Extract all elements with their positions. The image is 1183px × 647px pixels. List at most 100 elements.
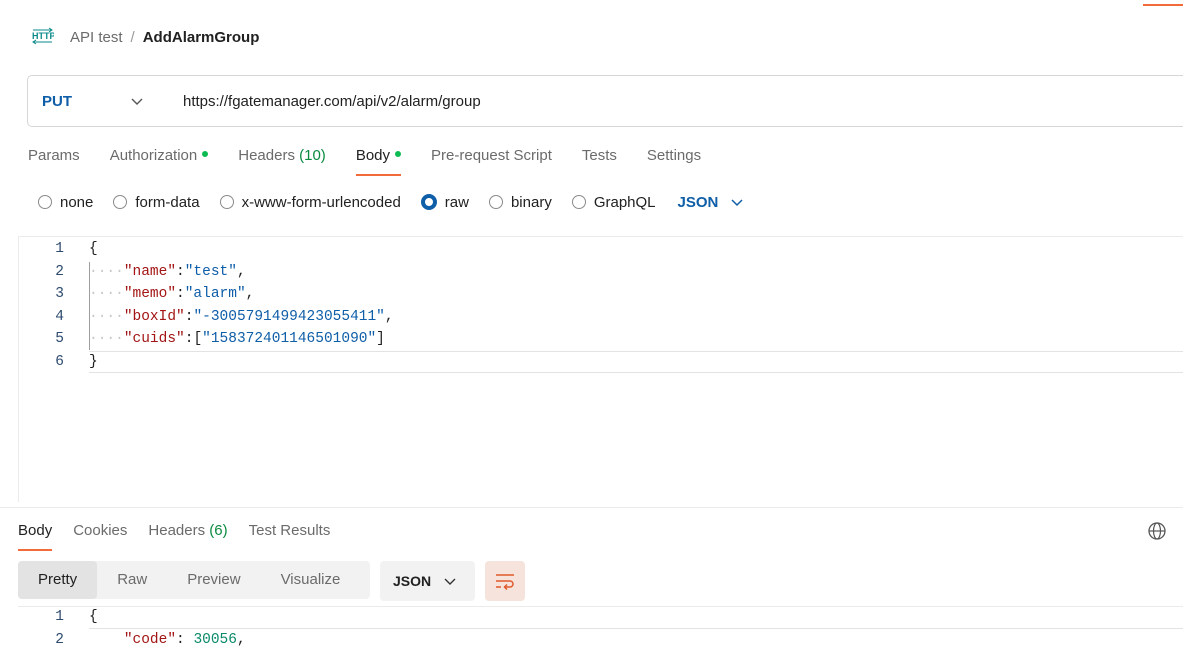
- line-number: 3: [55, 286, 64, 302]
- code-line: 6 }: [18, 351, 1183, 373]
- radio-icon: [38, 195, 52, 209]
- radio-label: x-www-form-urlencoded: [241, 193, 401, 211]
- tab-label: Body: [18, 522, 53, 539]
- tab-settings[interactable]: Settings: [647, 146, 701, 176]
- chevron-down-icon: [444, 578, 456, 585]
- tab-headers[interactable]: Headers (10): [238, 146, 326, 176]
- header-count: (10): [299, 147, 326, 164]
- view-preview-button[interactable]: Preview: [167, 561, 260, 599]
- json-value: "alarm": [184, 286, 246, 302]
- chevron-down-icon: [731, 199, 743, 207]
- http-icon: HTTP: [32, 26, 56, 48]
- code-text: }: [89, 354, 98, 370]
- globe-icon[interactable]: [1147, 521, 1167, 541]
- json-key: "boxId": [123, 309, 185, 325]
- status-dot: [395, 151, 402, 158]
- code-line: 3 ····"memo":"alarm",: [18, 283, 1183, 305]
- code-text: {: [89, 241, 98, 257]
- chevron-down-icon: [131, 98, 143, 105]
- radio-checked-icon: [420, 194, 437, 210]
- json-punctuation: ,: [236, 632, 246, 647]
- url-bar: PUT https://fgatemanager.com/api/v2/alar…: [27, 75, 1183, 127]
- breadcrumb-separator: /: [130, 28, 135, 46]
- radio-icon: [571, 195, 586, 209]
- view-pretty-button[interactable]: Pretty: [18, 561, 98, 599]
- tab-label: Params: [28, 147, 80, 164]
- body-format-select[interactable]: JSON: [678, 194, 745, 211]
- radio-label: form-data: [135, 193, 200, 211]
- tab-tests[interactable]: Tests: [582, 146, 617, 176]
- code-line: 2 ····"name":"test",: [18, 261, 1183, 283]
- radio-x-www-form-urlencoded[interactable]: x-www-form-urlencoded: [219, 193, 401, 211]
- line-number: 4: [55, 309, 64, 325]
- wrap-lines-icon: [496, 574, 514, 590]
- body-type-selector: none form-data x-www-form-urlencoded raw…: [38, 192, 744, 212]
- line-number: 1: [55, 241, 64, 257]
- radio-icon: [113, 195, 128, 209]
- response-format-select[interactable]: JSON: [380, 561, 475, 601]
- view-visualize-button[interactable]: Visualize: [261, 561, 361, 599]
- json-key: "code": [123, 632, 177, 647]
- radio-label: binary: [510, 193, 552, 211]
- header-count: (6): [209, 522, 228, 539]
- tab-cookies[interactable]: Cookies: [73, 521, 127, 551]
- line-number: 2: [55, 632, 64, 647]
- tab-label: Tests: [581, 147, 617, 164]
- tab-authorization[interactable]: Authorization: [110, 146, 209, 176]
- breadcrumb-parent[interactable]: API test: [70, 29, 123, 46]
- code-line: 1 {: [18, 606, 1183, 628]
- radio-label: none: [60, 193, 94, 211]
- radio-raw[interactable]: raw: [420, 194, 469, 211]
- tab-label: Cookies: [73, 522, 128, 539]
- tab-label: Authorization: [109, 147, 198, 164]
- tab-label: Test Results: [248, 522, 331, 539]
- tab-body[interactable]: Body: [355, 146, 402, 176]
- json-punctuation: ,: [384, 309, 394, 325]
- tab-params[interactable]: Params: [28, 146, 80, 176]
- json-value: "-3005791499423055411": [193, 309, 385, 325]
- radio-none[interactable]: none: [38, 194, 93, 211]
- json-punctuation: ,: [236, 264, 246, 280]
- line-number: 1: [55, 609, 64, 625]
- json-value: "158372401146501090": [202, 331, 377, 347]
- code-line: 5 ····"cuids":["158372401146501090"]: [18, 328, 1183, 350]
- radio-binary[interactable]: binary: [488, 193, 552, 211]
- method-label: PUT: [42, 92, 72, 110]
- top-accent-bar: [1143, 4, 1183, 6]
- pane-divider[interactable]: [0, 507, 1183, 508]
- radio-label: GraphQL: [593, 193, 656, 211]
- code-text: {: [89, 609, 98, 625]
- status-dot: [202, 151, 209, 158]
- radio-icon: [219, 195, 234, 209]
- tab-label: Pre-request Script: [431, 147, 552, 164]
- tab-pre-request-script[interactable]: Pre-request Script: [431, 146, 552, 176]
- json-key: "cuids": [123, 331, 185, 347]
- tab-response-headers[interactable]: Headers (6): [148, 521, 227, 551]
- json-punctuation: :: [176, 632, 185, 647]
- json-key: "name": [123, 264, 177, 280]
- body-format-label: JSON: [677, 193, 719, 211]
- tab-response-body[interactable]: Body: [18, 521, 53, 551]
- wrap-lines-button[interactable]: [485, 561, 525, 601]
- json-punctuation: [: [193, 331, 203, 347]
- json-punctuation: ,: [245, 286, 255, 302]
- tab-label: Settings: [646, 147, 702, 164]
- request-name[interactable]: AddAlarmGroup: [143, 29, 260, 46]
- response-tabs: Body Cookies Headers (6) Test Results: [18, 521, 351, 551]
- method-select[interactable]: PUT: [28, 76, 158, 126]
- response-view-group: Pretty Raw Preview Visualize: [18, 561, 370, 599]
- radio-graphql[interactable]: GraphQL: [571, 193, 656, 211]
- json-punctuation: ]: [376, 331, 385, 347]
- code-line: 1 {: [18, 238, 1183, 260]
- tab-label: Headers: [148, 522, 206, 539]
- radio-form-data[interactable]: form-data: [113, 193, 200, 211]
- code-line: 2 "code": 30056,: [18, 629, 1183, 647]
- line-number: 2: [55, 264, 64, 280]
- line-number: 5: [55, 331, 64, 347]
- view-raw-button[interactable]: Raw: [97, 561, 167, 599]
- tab-test-results[interactable]: Test Results: [249, 521, 331, 551]
- code-line: 4 ····"boxId":"-3005791499423055411",: [18, 306, 1183, 328]
- tab-label: Body: [355, 147, 391, 164]
- url-input[interactable]: https://fgatemanager.com/api/v2/alarm/gr…: [183, 93, 481, 110]
- json-key: "memo": [123, 286, 177, 302]
